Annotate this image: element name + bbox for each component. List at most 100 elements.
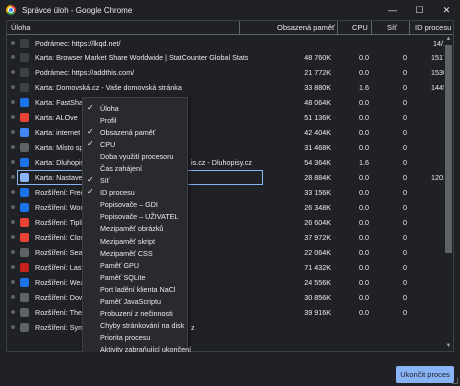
end-process-button[interactable]: Ukončit proces xyxy=(396,366,454,383)
cpu-value: 0.0 xyxy=(359,143,369,153)
cpu-value: 0.0 xyxy=(359,68,369,78)
table-row[interactable]: Podrámec: https://addthis.com/21 772K 0.0… xyxy=(7,65,451,80)
task-name: Karta: Místo spln xyxy=(35,143,89,153)
context-menu-item[interactable]: ✓ Obsazená paměť xyxy=(83,126,187,138)
row-bullet xyxy=(11,294,15,299)
table-row[interactable]: Rozšíření: The Gr 39 916K 0.0 0 xyxy=(7,305,447,320)
table-row[interactable]: Karta: Browser Market Share Worldwide | … xyxy=(7,50,451,65)
task-name: Karta: ALOve xyxy=(35,113,78,123)
task-name: Karta: Dluhopisy xyxy=(35,158,88,168)
resize-grip-icon[interactable] xyxy=(452,378,458,384)
column-header-memory[interactable]: Obsazená paměť xyxy=(277,23,335,32)
memory-value: 71 432K xyxy=(304,262,331,272)
context-menu-item[interactable]: ✓ Úloha xyxy=(83,102,187,114)
row-bullet xyxy=(11,175,15,180)
memory-value: 48 064K xyxy=(304,98,331,108)
table-row[interactable]: Karta: Místo spln 31 468K 0.0 0 xyxy=(7,140,447,155)
scroll-down-arrow-icon[interactable]: ▼ xyxy=(445,343,452,350)
column-separator[interactable] xyxy=(239,21,240,35)
row-bullet xyxy=(11,190,15,194)
network-value: 0 xyxy=(403,143,407,153)
row-bullet xyxy=(11,130,15,135)
network-value: 0 xyxy=(403,202,407,212)
memory-value: 31 468K xyxy=(304,143,331,153)
context-menu-item[interactable]: ✓ Síť xyxy=(83,174,187,186)
table-row[interactable]: Rozšíření: Closed 37 972K 0.0 0 xyxy=(7,230,447,245)
context-menu-item[interactable]: ✓ ID procesu xyxy=(83,186,187,198)
extension-icon xyxy=(20,292,29,302)
network-value: 0 xyxy=(403,307,407,317)
context-menu-label: Paměť SQLite xyxy=(100,272,146,282)
row-bullet xyxy=(11,204,15,209)
table-row[interactable]: Rozšíření: Tiplí d 26 604K 0.0 0 xyxy=(7,215,447,230)
globe-icon xyxy=(20,68,29,78)
context-menu-item[interactable]: Mezipaměť skript xyxy=(83,235,187,247)
scrollbar-thumb[interactable] xyxy=(445,45,452,253)
network-value: 0 xyxy=(403,113,407,123)
table-row[interactable]: Rozšíření: Search 22 064K 0.0 0 xyxy=(7,245,447,260)
cpu-value: 0.0 xyxy=(359,173,369,183)
table-row[interactable]: Rozšíření: Downl 30 856K 0.0 0 xyxy=(7,290,447,305)
table-row[interactable]: Karta: internet ex 42 404K 0.0 0 xyxy=(7,125,447,140)
context-menu-item[interactable]: Mezipaměť CSS xyxy=(83,247,187,259)
table-row[interactable]: Rozšíření: Worko 26 348K 0.0 0 xyxy=(7,200,447,215)
table-row[interactable]: Karta: ALOve 51 136K 0.0 0 xyxy=(7,110,447,125)
maximize-button[interactable]: ☐ xyxy=(406,0,433,20)
table-row[interactable]: Rozšíření: Sympt xyxy=(7,320,447,335)
context-menu-item[interactable]: Mezipaměť obrázků xyxy=(83,222,187,234)
context-menu-item[interactable]: Paměť GPU xyxy=(83,259,187,271)
table-row[interactable]: Podrámec: https://lkqd.net/14/16 xyxy=(7,36,451,51)
cpu-value: 0.0 xyxy=(359,217,369,227)
context-menu-item[interactable]: Doba využití procesoru xyxy=(83,150,187,162)
window-title: Správce úloh - Google Chrome xyxy=(22,5,133,15)
table-row[interactable]: Rozšíření: Free D 33 156K 0.0 0 xyxy=(7,185,447,200)
column-separator[interactable] xyxy=(337,21,338,35)
page-icon xyxy=(20,143,29,153)
column-separator[interactable] xyxy=(409,21,410,35)
table-row[interactable]: Karta: Domovská.cz - Vaše domovská strán… xyxy=(7,80,451,95)
context-menu-item[interactable]: Priorita procesu xyxy=(83,331,187,343)
context-menu-item[interactable]: Probuzení z nečinnosti xyxy=(83,307,187,319)
extension-icon xyxy=(20,307,29,317)
context-menu-label: Chyby stránkování na disk xyxy=(100,320,185,330)
context-menu-item[interactable]: Čas zahájení xyxy=(83,162,187,174)
column-header-cpu[interactable]: CPU xyxy=(352,23,368,32)
column-header-pid[interactable]: ID procesu xyxy=(415,23,451,32)
context-menu-item[interactable]: Port ladění klienta NaCl xyxy=(83,283,187,295)
checkmark-icon: ✓ xyxy=(87,187,94,197)
context-menu-label: Profil xyxy=(100,116,117,126)
context-menu-item[interactable]: Popisovače – UŽIVATEL xyxy=(83,210,187,222)
network-value: 0 xyxy=(403,247,407,257)
title-bar: Správce úloh - Google Chrome — ☐ ✕ xyxy=(0,0,460,20)
table-row[interactable]: Rozšíření: Weath 24 556K 0.0 0 xyxy=(7,275,447,290)
column-separator[interactable] xyxy=(371,21,372,35)
task-name: Karta: Browser Market Share Worldwide | … xyxy=(35,53,249,63)
f-icon xyxy=(20,98,29,108)
context-menu-item[interactable]: Paměť SQLite xyxy=(83,271,187,283)
minimize-button[interactable]: — xyxy=(379,0,406,20)
context-menu-item[interactable]: Popisovače – GDI xyxy=(83,198,187,210)
table-row[interactable]: Rozšíření: LastPa 71 432K 0.0 0 xyxy=(7,260,447,275)
extension-icon xyxy=(20,217,29,227)
context-menu-item[interactable]: Paměť JavaScriptu xyxy=(83,295,187,307)
column-header-task[interactable]: Úloha xyxy=(11,23,31,32)
chrome-icon xyxy=(6,5,16,15)
context-menu-item[interactable]: ✓ CPU xyxy=(83,138,187,150)
network-value: 0 xyxy=(403,188,407,197)
task-table: Úloha Obsazená paměť CPU Síť ID procesu … xyxy=(6,20,454,352)
network-value: 0 xyxy=(403,262,407,272)
table-row[interactable]: Karta: Nastavení 28 884K 0.0 0 12016 xyxy=(7,170,451,185)
network-value: 0 xyxy=(403,83,407,93)
context-menu-label: Port ladění klienta NaCl xyxy=(100,284,176,294)
context-menu-item[interactable]: Chyby stránkování na disk xyxy=(83,319,187,331)
context-menu-label: Úloha xyxy=(100,104,119,113)
task-name-overflow: is.cz - Dluhopisy.cz xyxy=(191,158,252,168)
task-name: Karta: Domovská.cz - Vaše domovská strán… xyxy=(35,83,182,93)
close-button[interactable]: ✕ xyxy=(433,0,460,20)
memory-value: 37 972K xyxy=(304,232,331,242)
column-header-network[interactable]: Síť xyxy=(387,23,397,32)
scroll-up-arrow-icon[interactable]: ▲ xyxy=(445,36,452,43)
context-menu-item[interactable]: Profil xyxy=(83,114,187,126)
checkmark-icon: ✓ xyxy=(87,175,94,185)
table-row[interactable]: Karta: FastShare. 48 064K 0.0 0 xyxy=(7,95,447,110)
